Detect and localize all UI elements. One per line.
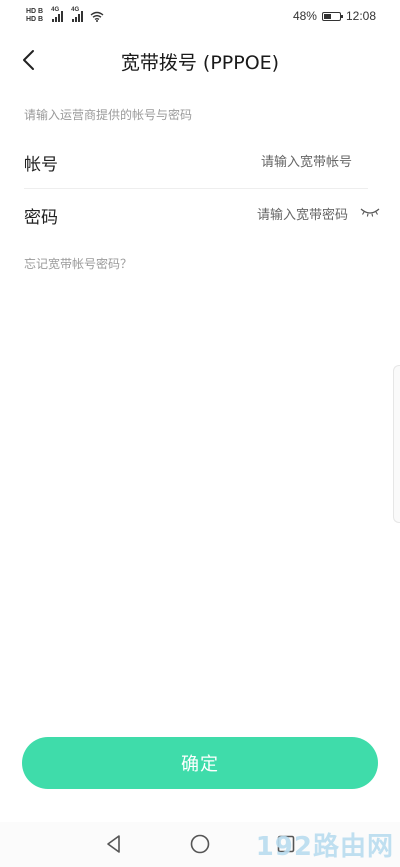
back-triangle-icon[interactable] xyxy=(102,832,126,856)
battery-fill xyxy=(323,13,332,19)
clock: 12:08 xyxy=(345,9,376,23)
signal-icon: 4G xyxy=(51,7,64,22)
eye-closed-icon[interactable] xyxy=(360,205,380,219)
page-title: 宽带拨号 (PPPOE) xyxy=(120,52,280,74)
account-input[interactable] xyxy=(202,148,352,174)
home-circle-icon[interactable] xyxy=(188,832,212,856)
network-type-label: 4G xyxy=(71,7,80,13)
signal-icon: 4G xyxy=(71,7,84,22)
hd-bottom-label: HD B xyxy=(26,16,44,23)
divider xyxy=(24,188,368,189)
status-right: 48% 12:08 xyxy=(293,9,376,23)
password-label: 密码 xyxy=(24,208,58,228)
status-bar: HD B HD B 4G 4G 48% 12:08 xyxy=(0,0,400,34)
account-row: 帐号 xyxy=(24,140,368,184)
wifi-icon xyxy=(90,11,104,22)
forgot-credentials-link[interactable]: 忘记宽带帐号密码？ xyxy=(24,255,132,272)
header: 宽带拨号 (PPPOE) xyxy=(0,40,400,80)
password-input[interactable] xyxy=(198,201,348,227)
network-type-label: 4G xyxy=(51,7,60,13)
hd-indicator: HD B HD B xyxy=(26,8,43,24)
password-row: 密码 xyxy=(24,193,380,237)
battery-icon xyxy=(321,11,343,21)
form-hint: 请输入运营商提供的帐号与密码 xyxy=(24,108,193,122)
account-label: 帐号 xyxy=(24,155,58,175)
status-indicators: HD B HD B 4G 4G xyxy=(26,7,104,24)
confirm-button[interactable]: 确定 xyxy=(22,737,378,789)
side-drawer-handle[interactable] xyxy=(393,365,400,523)
app-screen: HD B HD B 4G 4G 48% 12:08 宽带拨号 (PPPOE) 请… xyxy=(0,0,400,867)
battery-percent: 48% xyxy=(292,9,317,23)
watermark-logo: 192路由网 xyxy=(255,832,394,862)
hd-top-label: HD B xyxy=(26,8,44,15)
